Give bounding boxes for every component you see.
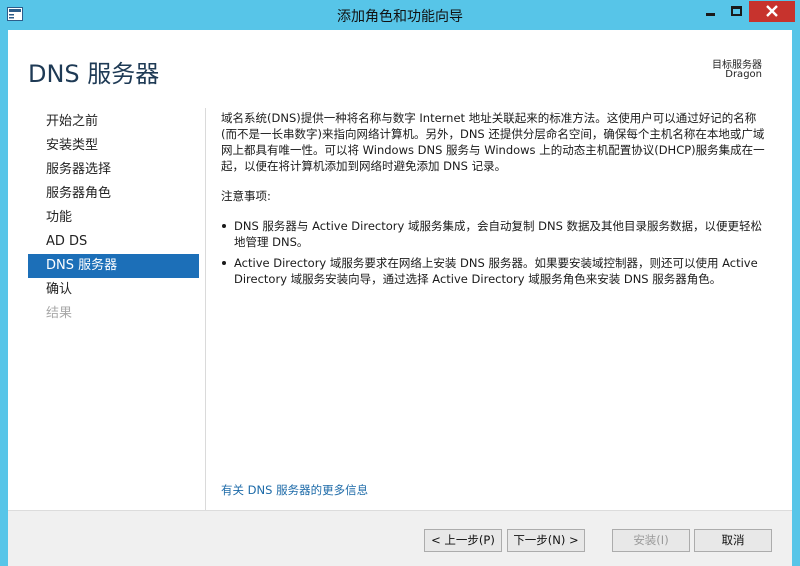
- note-text: Active Directory 域服务要求在网络上安装 DNS 服务器。如果要…: [234, 256, 758, 286]
- main-panel: 域名系统(DNS)提供一种将名称与数字 Internet 地址关联起来的标准方法…: [221, 110, 771, 292]
- wizard-content: DNS 服务器 目标服务器 Dragon 开始之前 安装类型 服务器选择 服务器…: [8, 30, 792, 513]
- list-item: Active Directory 域服务要求在网络上安装 DNS 服务器。如果要…: [221, 255, 771, 287]
- dns-description: 域名系统(DNS)提供一种将名称与数字 Internet 地址关联起来的标准方法…: [221, 111, 765, 173]
- more-info-link[interactable]: 有关 DNS 服务器的更多信息: [221, 482, 368, 498]
- nav-item-server-roles[interactable]: 服务器角色: [28, 182, 199, 206]
- nav-item-dns-server[interactable]: DNS 服务器: [28, 254, 199, 278]
- window-title: 添加角色和功能向导: [337, 9, 463, 25]
- nav-item-installation-type[interactable]: 安装类型: [28, 134, 199, 158]
- page-title: DNS 服务器: [28, 60, 160, 88]
- nav-item-ad-ds[interactable]: AD DS: [28, 230, 199, 254]
- wizard-window: 添加角色和功能向导 DNS 服务器 目标服务器 Dragon 开始之前 安装类型…: [0, 0, 800, 566]
- notes-heading: 注意事项:: [221, 189, 271, 203]
- notes-list: DNS 服务器与 Active Directory 域服务集成，会自动复制 DN…: [221, 218, 771, 287]
- nav-item-server-selection[interactable]: 服务器选择: [28, 158, 199, 182]
- nav-divider: [205, 108, 206, 513]
- install-button: 安装(I): [612, 529, 690, 552]
- nav-item-before-you-begin[interactable]: 开始之前: [28, 110, 199, 134]
- nav-item-features[interactable]: 功能: [28, 206, 199, 230]
- minimize-icon: [706, 13, 715, 16]
- bullet-icon: [222, 224, 226, 228]
- note-text: DNS 服务器与 Active Directory 域服务集成，会自动复制 DN…: [234, 219, 763, 249]
- destination-server-name: Dragon: [725, 69, 762, 80]
- maximize-icon: [731, 6, 742, 16]
- minimize-button[interactable]: [697, 1, 723, 22]
- wizard-nav: 开始之前 安装类型 服务器选择 服务器角色 功能 AD DS DNS 服务器 确…: [28, 110, 199, 326]
- nav-item-confirmation[interactable]: 确认: [28, 278, 199, 302]
- close-button[interactable]: [749, 1, 795, 22]
- list-item: DNS 服务器与 Active Directory 域服务集成，会自动复制 DN…: [221, 218, 771, 250]
- wizard-footer: < 上一步(P) 下一步(N) > 安装(I) 取消: [8, 510, 792, 566]
- maximize-button[interactable]: [723, 1, 749, 22]
- cancel-button[interactable]: 取消: [694, 529, 772, 552]
- previous-button[interactable]: < 上一步(P): [424, 529, 502, 552]
- next-button[interactable]: 下一步(N) >: [507, 529, 585, 552]
- title-bar[interactable]: 添加角色和功能向导: [0, 0, 800, 30]
- close-icon: [766, 5, 778, 17]
- nav-item-results: 结果: [46, 306, 73, 321]
- bullet-icon: [222, 261, 226, 265]
